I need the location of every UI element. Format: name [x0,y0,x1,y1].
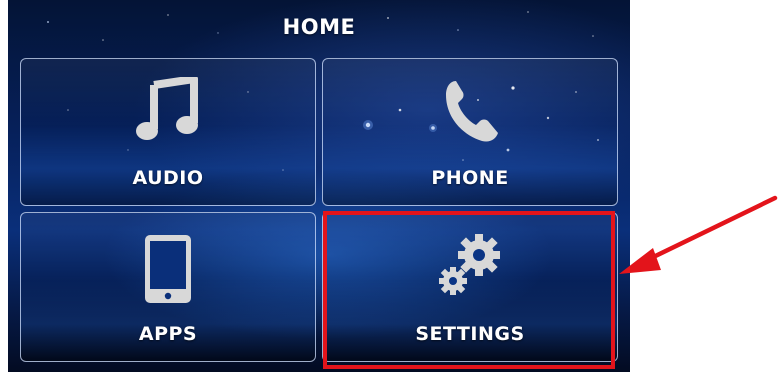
music-note-icon [136,77,198,140]
header-title: HOME [282,15,356,39]
apps-tile[interactable]: APPS [20,212,316,362]
audio-tile[interactable]: AUDIO [20,58,316,206]
settings-label: SETTINGS [415,323,525,345]
phone-label: PHONE [431,167,509,189]
phone-tile[interactable]: PHONE [322,58,618,206]
page: HOME AUDIO PHONE APPS SETTINGS [0,0,778,372]
gears-icon [439,234,500,295]
audio-label: AUDIO [132,167,204,189]
tablet-icon [145,235,191,303]
phone-handset-icon [446,81,498,142]
home-screen: HOME AUDIO PHONE APPS SETTINGS [8,0,630,372]
settings-tile[interactable]: SETTINGS [322,212,618,362]
apps-label: APPS [138,323,198,345]
red-arrow-pointer [619,195,778,274]
